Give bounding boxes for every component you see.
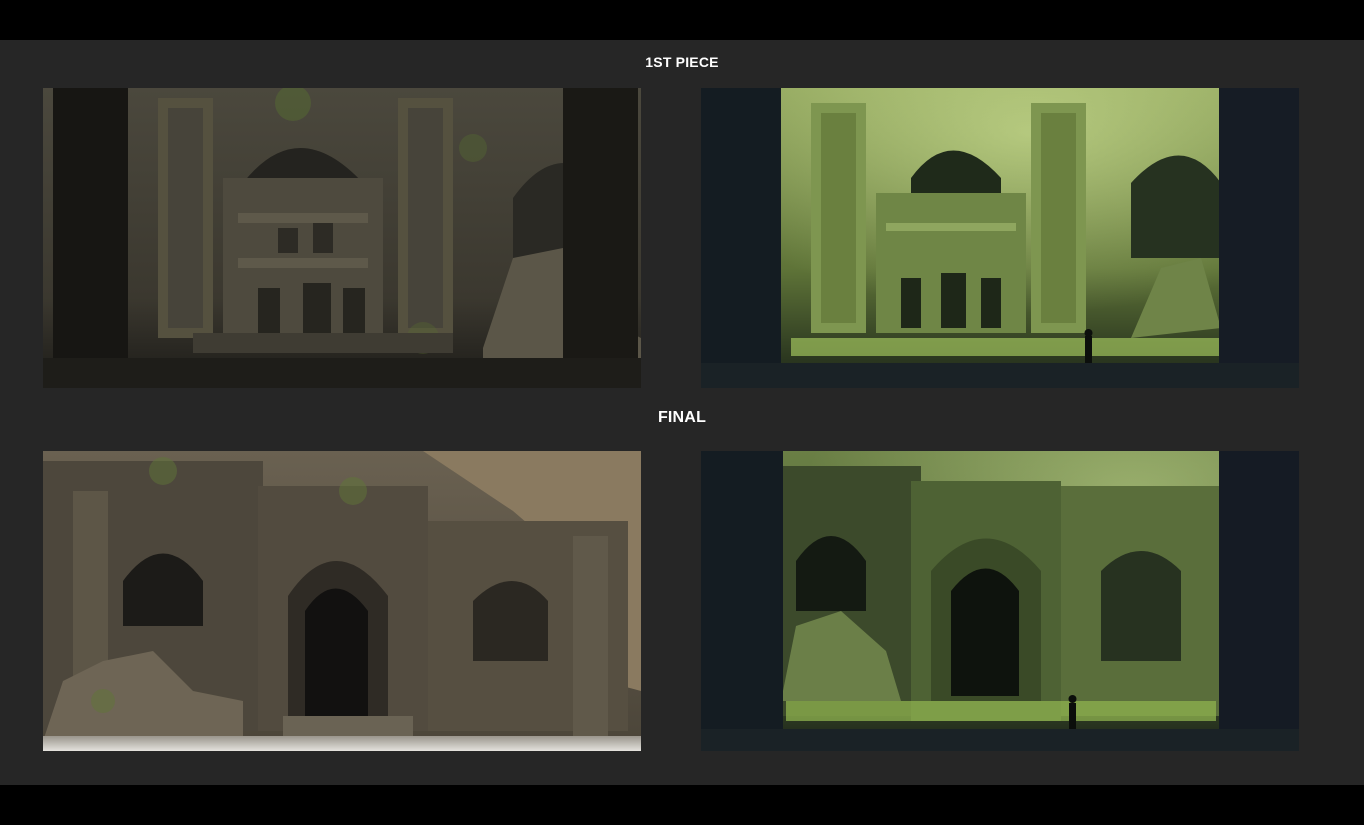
bottom-letterbox xyxy=(0,785,1364,825)
final-paintover xyxy=(701,451,1299,751)
comparison-panel: 1ST PIECE FINAL xyxy=(0,40,1364,785)
final-render xyxy=(43,451,641,751)
first-piece-render xyxy=(43,88,641,388)
heading-first-piece: 1ST PIECE xyxy=(645,54,719,70)
top-letterbox xyxy=(0,0,1364,40)
heading-final: FINAL xyxy=(657,409,707,426)
first-piece-paintover xyxy=(701,88,1299,388)
